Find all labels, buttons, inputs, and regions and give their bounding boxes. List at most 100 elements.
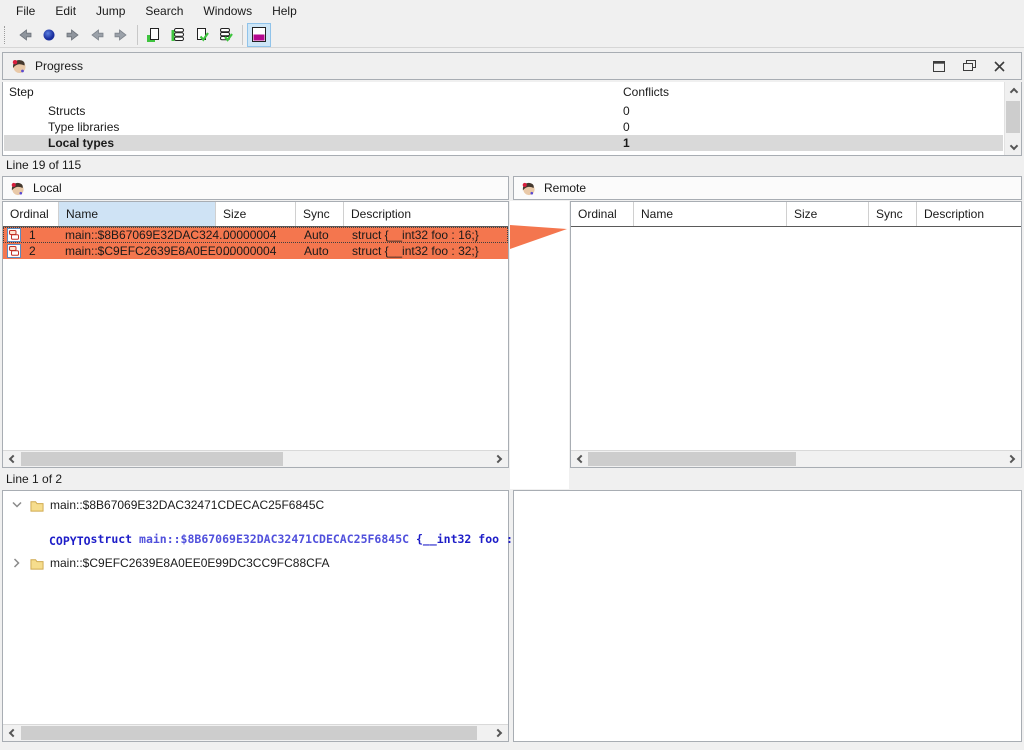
jump-back-icon[interactable] (85, 23, 109, 47)
scroll-left-icon[interactable] (3, 451, 20, 467)
ida-logo-icon (10, 181, 25, 196)
progress-table: Step Conflicts Structs 0 Type libraries … (2, 82, 1022, 156)
line-status-bottom: Line 1 of 2 (6, 472, 62, 488)
menu-search[interactable]: Search (135, 0, 193, 22)
toolbar-grip[interactable] (4, 26, 9, 44)
database-check-icon[interactable] (214, 23, 238, 47)
progress-row-structs[interactable]: Structs 0 (4, 103, 1003, 119)
cell-ordinal: 2 (25, 244, 59, 258)
menu-help[interactable]: Help (262, 0, 307, 22)
merge-action-line[interactable]: COPYTO (49, 534, 91, 548)
scroll-left-icon[interactable] (3, 725, 20, 741)
column-header-name[interactable]: Name (634, 202, 787, 226)
local-hscrollbar[interactable] (3, 450, 508, 467)
nav-current-icon[interactable] (37, 23, 61, 47)
type-name-label: main::$C9EFC2639E8A0EE0E99DC3CC9FC88CFA (50, 556, 329, 570)
folder-icon (30, 557, 44, 570)
menu-windows[interactable]: Windows (193, 0, 262, 22)
step-label: Structs (48, 104, 85, 118)
cell-size: 00000004 (216, 244, 296, 258)
column-header-size[interactable]: Size (216, 202, 296, 226)
ida-merge-window: File Edit Jump Search Windows Help (0, 0, 1024, 750)
scroll-down-icon[interactable] (1005, 139, 1022, 155)
cell-name: main::$C9EFC2639E8A0EE0... (59, 244, 216, 258)
scroll-left-icon[interactable] (571, 451, 588, 467)
struct-type-icon (3, 228, 25, 242)
step-label: Local types (48, 136, 114, 150)
merge-gutter (510, 201, 569, 489)
ida-logo-icon (11, 58, 27, 74)
database-green-icon[interactable] (166, 23, 190, 47)
code-type-name: main::$8B67069E32DAC32471CDECAC25F6845C (139, 532, 416, 546)
cell-sync: Auto (296, 244, 344, 258)
toolbar-separator (242, 25, 243, 45)
scroll-right-icon[interactable] (1004, 451, 1021, 467)
scroll-right-icon[interactable] (491, 451, 508, 467)
chevron-down-icon[interactable] (11, 501, 23, 509)
scroll-thumb[interactable] (1006, 101, 1020, 133)
column-header-ordinal[interactable]: Ordinal (571, 202, 634, 226)
local-pane-header: Local (2, 176, 509, 200)
remote-pane-title: Remote (544, 181, 586, 195)
column-header-sync[interactable]: Sync (869, 202, 917, 226)
toolbar (0, 22, 1024, 48)
float-icon[interactable] (961, 58, 977, 74)
column-header-description[interactable]: Description (917, 202, 1021, 226)
cell-sync: Auto (296, 228, 344, 242)
type-name-label: main::$8B67069E32DAC32471CDECAC25F6845C (50, 498, 324, 512)
nav-back-icon[interactable] (13, 23, 37, 47)
file-green-icon[interactable] (142, 23, 166, 47)
conflict-count: 1 (623, 136, 630, 150)
local-table-header: Ordinal Name Size Sync Description (3, 202, 508, 227)
struct-type-icon (3, 244, 25, 258)
column-header-conflicts[interactable]: Conflicts (623, 85, 669, 99)
progress-title: Progress (35, 59, 83, 73)
table-row[interactable]: 2 main::$C9EFC2639E8A0EE0... 00000004 Au… (3, 243, 508, 259)
progress-vscrollbar[interactable] (1004, 82, 1021, 155)
conflict-detail-panel: main::$8B67069E32DAC32471CDECAC25F6845C … (2, 490, 509, 742)
cell-ordinal: 1 (25, 228, 59, 242)
column-header-size[interactable]: Size (787, 202, 869, 226)
scroll-thumb[interactable] (588, 452, 796, 466)
remote-table-header: Ordinal Name Size Sync Description (571, 202, 1021, 227)
remote-detail-panel (513, 490, 1022, 742)
close-icon[interactable] (991, 58, 1007, 74)
menu-bar: File Edit Jump Search Windows Help (0, 0, 1024, 22)
column-header-name[interactable]: Name (59, 202, 216, 226)
progress-titlebar: Progress (2, 52, 1022, 80)
scroll-up-icon[interactable] (1005, 82, 1022, 98)
menu-file[interactable]: File (6, 0, 45, 22)
code-keyword: struct (91, 532, 139, 546)
jump-forward-icon[interactable] (109, 23, 133, 47)
cell-name: main::$8B67069E32DAC324... (59, 228, 216, 242)
progress-row-local-types[interactable]: Local types 1 (4, 135, 1003, 151)
scroll-right-icon[interactable] (491, 725, 508, 741)
scroll-thumb[interactable] (21, 452, 283, 466)
maximize-icon[interactable] (931, 58, 947, 74)
toolbar-separator (137, 25, 138, 45)
column-header-description[interactable]: Description (344, 202, 508, 226)
table-row[interactable]: 1 main::$8B67069E32DAC324... 00000004 Au… (3, 227, 508, 243)
scroll-thumb[interactable] (21, 726, 477, 740)
merge-direction-arrow-icon (510, 224, 568, 251)
menu-jump[interactable]: Jump (86, 0, 135, 22)
file-check-icon[interactable] (190, 23, 214, 47)
local-pane-title: Local (33, 181, 62, 195)
cell-description: struct {__int32 foo : 32;} (344, 244, 508, 258)
column-header-sync[interactable]: Sync (296, 202, 344, 226)
menu-edit[interactable]: Edit (45, 0, 86, 22)
chevron-right-icon[interactable] (11, 558, 23, 568)
progress-row-type-libraries[interactable]: Type libraries 0 (4, 119, 1003, 135)
detail-hscrollbar[interactable] (3, 724, 508, 741)
local-types-table: Ordinal Name Size Sync Description 1 mai… (2, 201, 509, 468)
diff-view-icon[interactable] (247, 23, 271, 47)
nav-forward-icon[interactable] (61, 23, 85, 47)
remote-types-table: Ordinal Name Size Sync Description (570, 201, 1022, 468)
tree-item-expanded[interactable]: main::$8B67069E32DAC32471CDECAC25F6845C (3, 496, 508, 514)
remote-hscrollbar[interactable] (571, 450, 1021, 467)
column-header-step[interactable]: Step (9, 85, 34, 99)
cell-size: 00000004 (216, 228, 296, 242)
conflict-count: 0 (623, 120, 630, 134)
column-header-ordinal[interactable]: Ordinal (3, 202, 59, 226)
tree-item-collapsed[interactable]: main::$C9EFC2639E8A0EE0E99DC3CC9FC88CFA (3, 554, 508, 572)
